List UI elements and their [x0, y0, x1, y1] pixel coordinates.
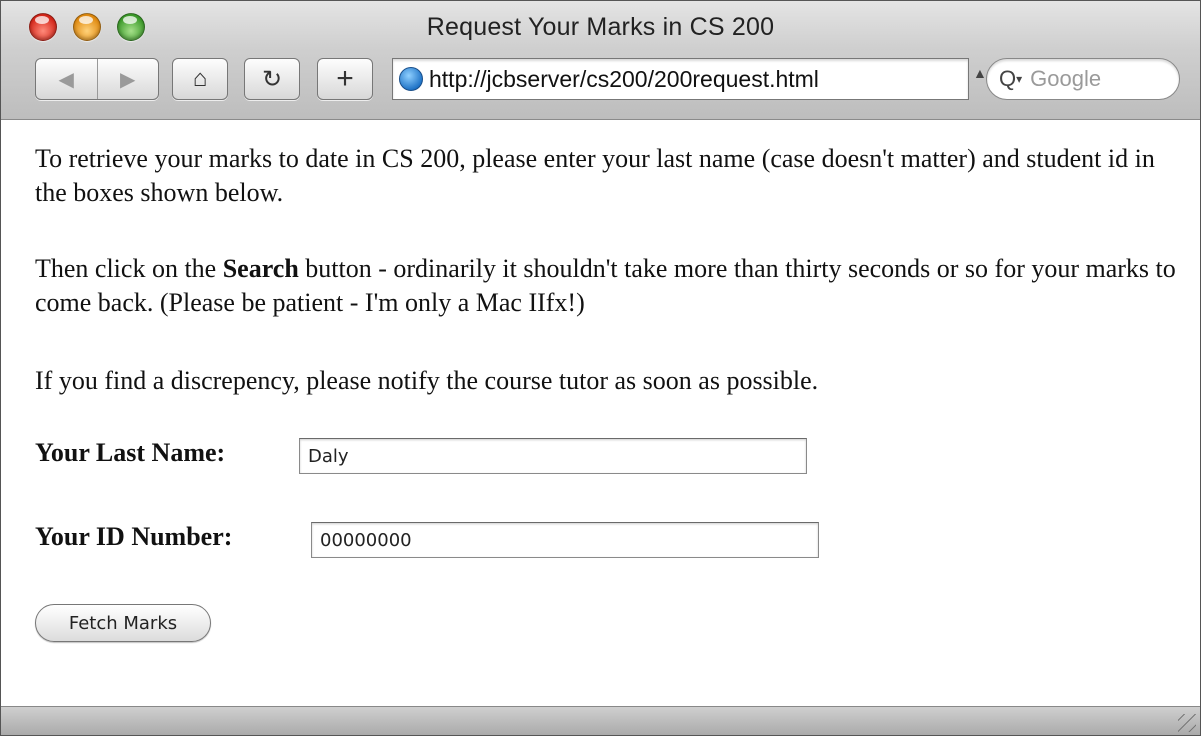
search-keyword: Search — [222, 254, 299, 283]
search-field[interactable]: Q ▾ Google — [986, 58, 1180, 100]
discrepancy-paragraph: If you find a discrepency, please notify… — [35, 366, 819, 395]
address-dropdown-icon[interactable]: ▲ — [973, 65, 987, 81]
instructions-paragraph: Then click on the Search button - ordina… — [35, 252, 1185, 320]
forward-icon[interactable]: ▶ — [98, 59, 159, 99]
search-caret-icon[interactable]: ▾ — [1016, 72, 1022, 86]
page-content: To retrieve your marks to date in CS 200… — [1, 120, 1200, 706]
id-number-input[interactable]: 00000000 — [311, 522, 819, 558]
reload-icon: ↻ — [261, 65, 283, 93]
search-placeholder: Google — [1030, 66, 1102, 91]
plus-icon: + — [336, 62, 354, 95]
window-chrome: Request Your Marks in CS 200 ◀ ▶ ⌂ ↻ + h… — [1, 1, 1200, 120]
id-number-label: Your ID Number: — [35, 522, 233, 551]
status-bar — [1, 706, 1200, 735]
instructions-text-start: Then click on the — [35, 254, 223, 283]
search-icon: Q — [999, 66, 1017, 91]
home-button[interactable]: ⌂ — [172, 58, 228, 100]
fetch-marks-button[interactable]: Fetch Marks — [35, 604, 211, 642]
intro-paragraph: To retrieve your marks to date in CS 200… — [35, 144, 1155, 207]
address-url: http://jcbserver/cs200/200request.html — [429, 65, 819, 92]
browser-window: Request Your Marks in CS 200 ◀ ▶ ⌂ ↻ + h… — [0, 0, 1201, 736]
reload-button[interactable]: ↻ — [244, 58, 300, 100]
home-icon: ⌂ — [192, 65, 208, 92]
address-bar[interactable]: http://jcbserver/cs200/200request.html — [392, 58, 969, 100]
last-name-input[interactable]: Daly — [299, 438, 807, 474]
last-name-label: Your Last Name: — [35, 438, 226, 467]
globe-icon — [399, 67, 423, 91]
window-title: Request Your Marks in CS 200 — [426, 13, 775, 41]
back-forward-group: ◀ ▶ — [35, 58, 159, 100]
add-bookmark-button[interactable]: + — [317, 58, 373, 100]
resize-grip-icon[interactable] — [1178, 714, 1196, 732]
back-icon[interactable]: ◀ — [36, 59, 97, 99]
